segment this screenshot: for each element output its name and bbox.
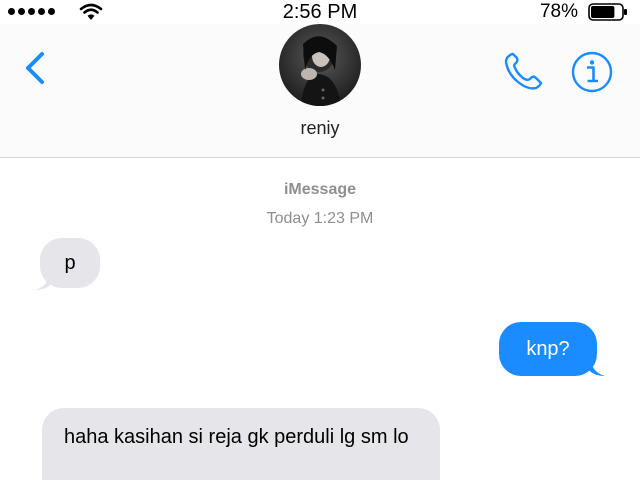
messages-screen: 2:56 PM 78% reniy iMessage Today 1:23 PM… [0,0,640,480]
message-timestamp: Today 1:23 PM [266,210,374,227]
conversation-header: reniy [0,24,640,158]
contact-avatar[interactable] [279,24,361,106]
incoming-message[interactable]: haha kasihan si reja gk perduli lg sm lo [42,408,440,480]
status-bar: 2:56 PM 78% [0,0,640,24]
back-button[interactable] [18,46,58,90]
contact-name[interactable]: reniy [0,118,640,139]
incoming-message[interactable]: p [40,238,100,288]
battery-icon [588,3,627,21]
service-label: iMessage [283,181,357,198]
avatar-photo [279,24,361,106]
battery-percent: 78% [539,1,578,22]
outgoing-message[interactable]: knp? [499,322,597,376]
info-button[interactable] [570,50,614,94]
phone-call-button[interactable] [500,50,546,94]
